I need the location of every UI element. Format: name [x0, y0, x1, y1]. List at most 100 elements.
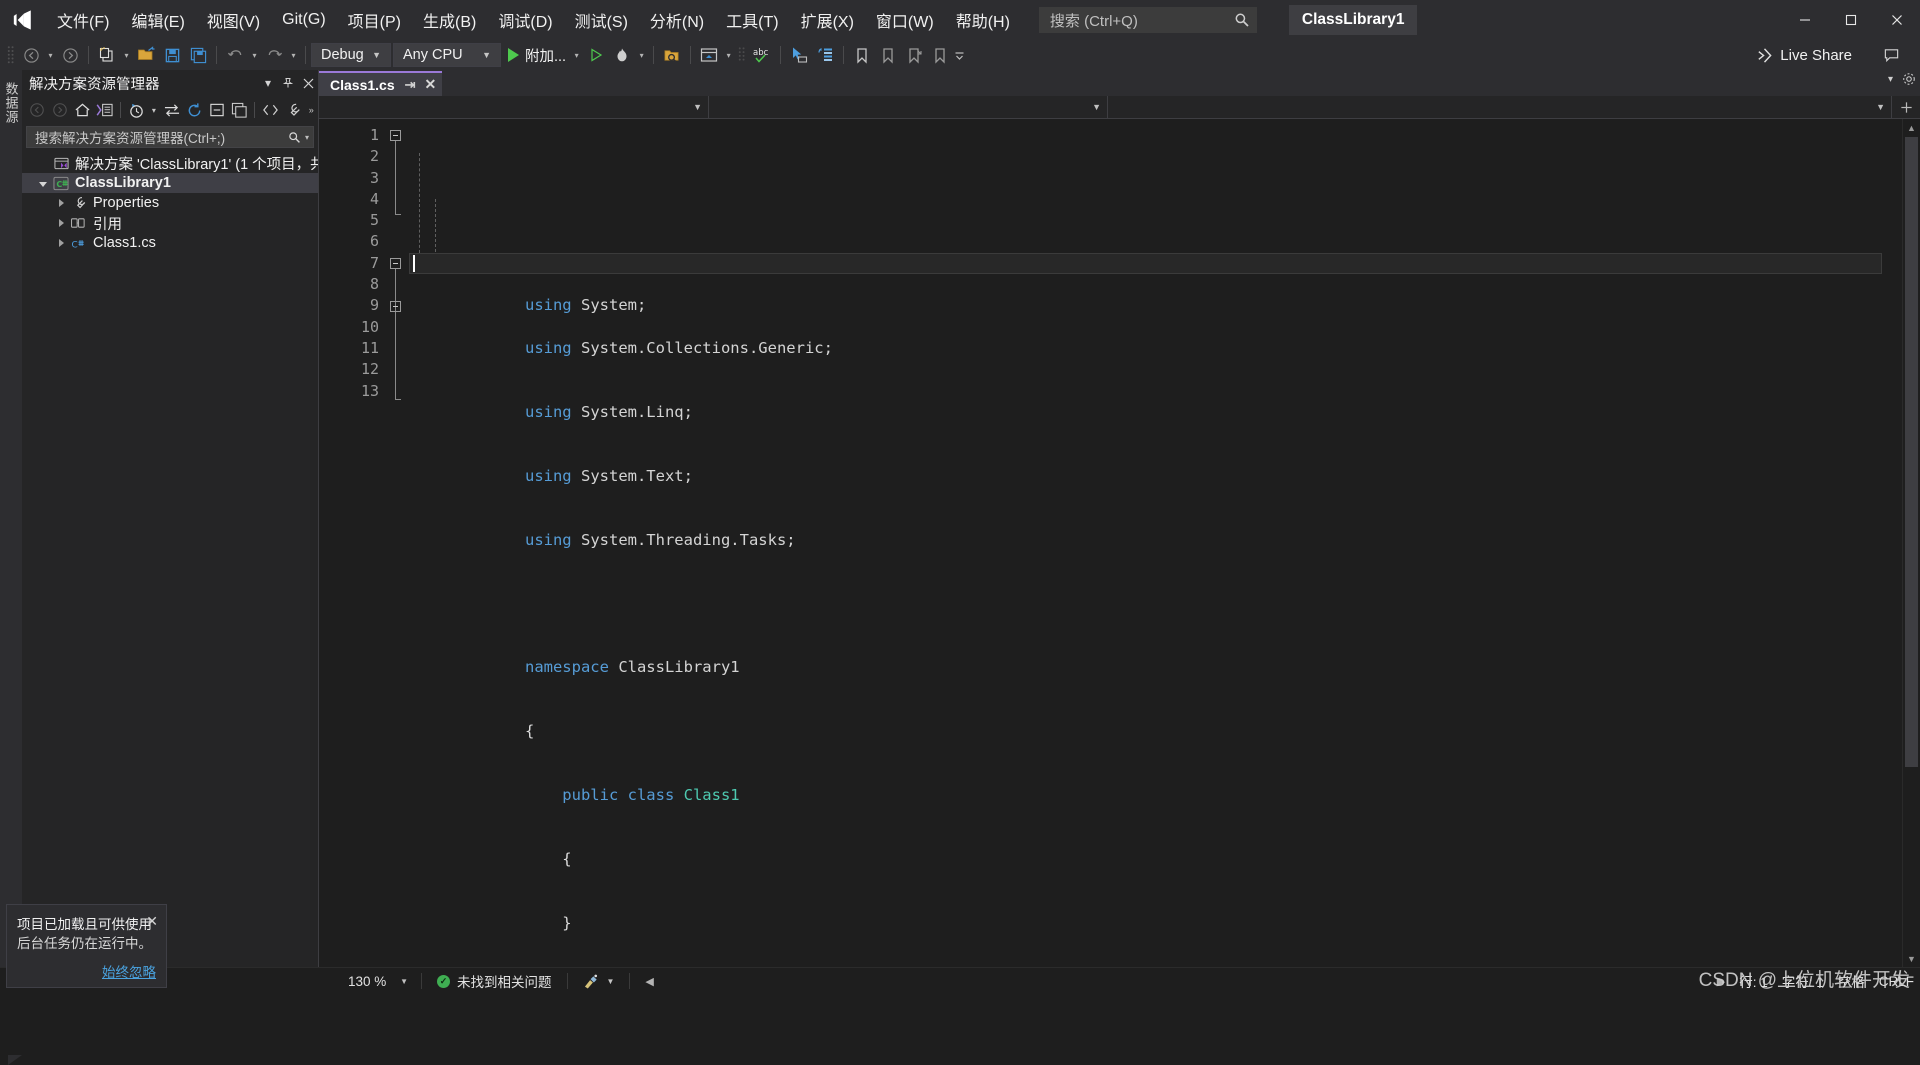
hot-reload-dropdown[interactable]: ▾ — [635, 43, 648, 67]
menu-edit[interactable]: 编辑(E) — [120, 0, 195, 40]
menu-help[interactable]: 帮助(H) — [945, 0, 1021, 40]
menu-build[interactable]: 生成(B) — [412, 0, 487, 40]
send-feedback-button[interactable] — [1878, 43, 1904, 67]
tree-node-solution[interactable]: 解决方案 'ClassLibrary1' (1 个项目，共 1 个) — [22, 153, 318, 173]
scrollbar-thumb[interactable] — [1905, 137, 1918, 767]
toggle-bookmark-button[interactable] — [849, 43, 875, 67]
tree-node-references[interactable]: 引用 — [22, 213, 318, 233]
navbar-project-dropdown[interactable]: ▼ — [319, 96, 709, 118]
arrow-right-icon[interactable]: ▶ — [1717, 975, 1725, 988]
issues-status[interactable]: ✓ 未找到相关问题 — [429, 968, 560, 994]
close-icon[interactable]: ✕ — [425, 76, 437, 93]
se-forward-button[interactable] — [49, 99, 72, 122]
se-collapse-all-button[interactable] — [205, 99, 228, 122]
solution-configuration-combo[interactable]: Debug ▼ — [311, 43, 391, 67]
navigate-back-button[interactable] — [18, 43, 44, 67]
attach-to-process-button[interactable]: 附加... — [503, 43, 570, 67]
tree-node-properties[interactable]: Properties — [22, 193, 318, 213]
undo-dropdown[interactable]: ▾ — [248, 43, 261, 67]
se-pending-changes-dropdown[interactable]: ▾ — [148, 99, 161, 122]
close-icon[interactable]: ✕ — [146, 913, 158, 930]
menu-test[interactable]: 测试(S) — [564, 0, 639, 40]
se-refresh-button[interactable] — [183, 99, 206, 122]
navbar-member-dropdown[interactable]: ▼ — [1108, 96, 1892, 118]
undo-button[interactable] — [222, 43, 248, 67]
close-icon[interactable] — [298, 72, 318, 94]
code-text-view[interactable]: using System; using System.Collections.G… — [409, 119, 1902, 967]
tree-expander-class1[interactable] — [53, 239, 69, 247]
start-without-debugging-button[interactable] — [583, 43, 609, 67]
source-control-status[interactable]: ▼ — [575, 968, 623, 994]
clear-bookmarks-button[interactable] — [927, 43, 953, 67]
search-solution-button[interactable] — [659, 43, 685, 67]
open-file-button[interactable] — [133, 43, 159, 67]
se-sync-button[interactable] — [160, 99, 183, 122]
hot-reload-button[interactable] — [609, 43, 635, 67]
tree-expander-properties[interactable] — [53, 199, 69, 207]
live-visual-tree-button[interactable] — [812, 43, 838, 67]
navigate-back-dropdown[interactable]: ▾ — [44, 43, 57, 67]
redo-dropdown[interactable]: ▾ — [287, 43, 300, 67]
select-element-button[interactable] — [786, 43, 812, 67]
settings-gear-icon[interactable] — [1902, 72, 1916, 86]
fold-toggle-line-1[interactable] — [390, 130, 401, 141]
spell-check-button[interactable]: abc — [749, 43, 775, 67]
se-properties-button[interactable] — [282, 99, 305, 122]
new-project-dropdown[interactable]: ▾ — [120, 43, 133, 67]
toolbar-overflow-button[interactable] — [953, 43, 966, 67]
maximize-button[interactable] — [1828, 0, 1874, 40]
menu-tools[interactable]: 工具(T) — [715, 0, 789, 40]
toolbar-grip[interactable] — [4, 44, 18, 66]
global-search-box[interactable]: 搜索 (Ctrl+Q) — [1038, 7, 1257, 33]
live-share-button[interactable]: Live Share — [1756, 40, 1852, 70]
next-bookmark-button[interactable] — [901, 43, 927, 67]
save-button[interactable] — [159, 43, 185, 67]
menu-debug[interactable]: 调试(D) — [487, 0, 563, 40]
se-search-dropdown-icon[interactable]: ▾ — [301, 133, 309, 142]
new-project-button[interactable] — [94, 43, 120, 67]
scroll-up-button[interactable]: ▲ — [1903, 119, 1920, 136]
prev-bookmark-button[interactable] — [875, 43, 901, 67]
scroll-down-button[interactable]: ▼ — [1903, 950, 1920, 967]
chevron-down-icon[interactable]: ▾ — [258, 72, 278, 94]
se-back-button[interactable] — [26, 99, 49, 122]
always-ignore-link[interactable]: 始终忽略 — [17, 961, 156, 981]
window-layout-button[interactable] — [696, 43, 722, 67]
menu-project[interactable]: 项目(P) — [337, 0, 412, 40]
chevron-down-icon[interactable]: ▾ — [1888, 74, 1893, 85]
outlining-margin[interactable] — [387, 119, 409, 967]
menu-analyze[interactable]: 分析(N) — [639, 0, 715, 40]
rail-tab-data-sources[interactable]: 数据源 — [0, 76, 24, 130]
menu-extensions[interactable]: 扩展(X) — [790, 0, 865, 40]
fold-toggle-line-9[interactable] — [390, 301, 401, 312]
code-editor[interactable]: 1 2 3 4 5 6 7 8 9 10 11 12 13 using Syst… — [319, 119, 1920, 967]
solution-name-chip[interactable]: ClassLibrary1 — [1288, 5, 1418, 35]
navigate-forward-button[interactable] — [57, 43, 83, 67]
se-code-view-button[interactable] — [259, 99, 282, 122]
se-overflow-button[interactable]: » — [304, 99, 318, 122]
solution-explorer-search-input[interactable]: 搜索解决方案资源管理器(Ctrl+;) ▾ — [26, 126, 314, 148]
se-pending-changes-button[interactable] — [125, 99, 148, 122]
se-show-all-files-button[interactable] — [228, 99, 251, 122]
minimize-button[interactable] — [1782, 0, 1828, 40]
save-all-button[interactable] — [185, 43, 211, 67]
menu-window[interactable]: 窗口(W) — [865, 0, 945, 40]
tree-expander-project[interactable] — [35, 181, 51, 187]
se-switch-views-button[interactable] — [94, 99, 117, 122]
tree-node-class1-cs[interactable]: C Class1.cs — [22, 233, 318, 253]
close-button[interactable] — [1874, 0, 1920, 40]
se-home-button[interactable] — [71, 99, 94, 122]
tree-node-project[interactable]: C ClassLibrary1 — [22, 173, 318, 193]
attach-dropdown[interactable]: ▾ — [570, 43, 583, 67]
menu-git[interactable]: Git(G) — [271, 0, 337, 40]
tree-expander-references[interactable] — [53, 219, 69, 227]
pin-icon[interactable]: ⇥ — [405, 77, 416, 93]
navbar-type-dropdown[interactable]: ▼ — [709, 96, 1108, 118]
redo-button[interactable] — [261, 43, 287, 67]
window-layout-dropdown[interactable]: ▾ — [722, 43, 735, 67]
editor-vertical-scrollbar[interactable]: ▲ ▼ — [1902, 119, 1920, 967]
zoom-level-control[interactable]: 130 % ▼ — [340, 974, 414, 989]
menu-file[interactable]: 文件(F) — [46, 0, 120, 40]
solution-platform-combo[interactable]: Any CPU ▼ — [393, 43, 501, 67]
hscroll-left-button[interactable]: ◀ — [637, 968, 661, 994]
